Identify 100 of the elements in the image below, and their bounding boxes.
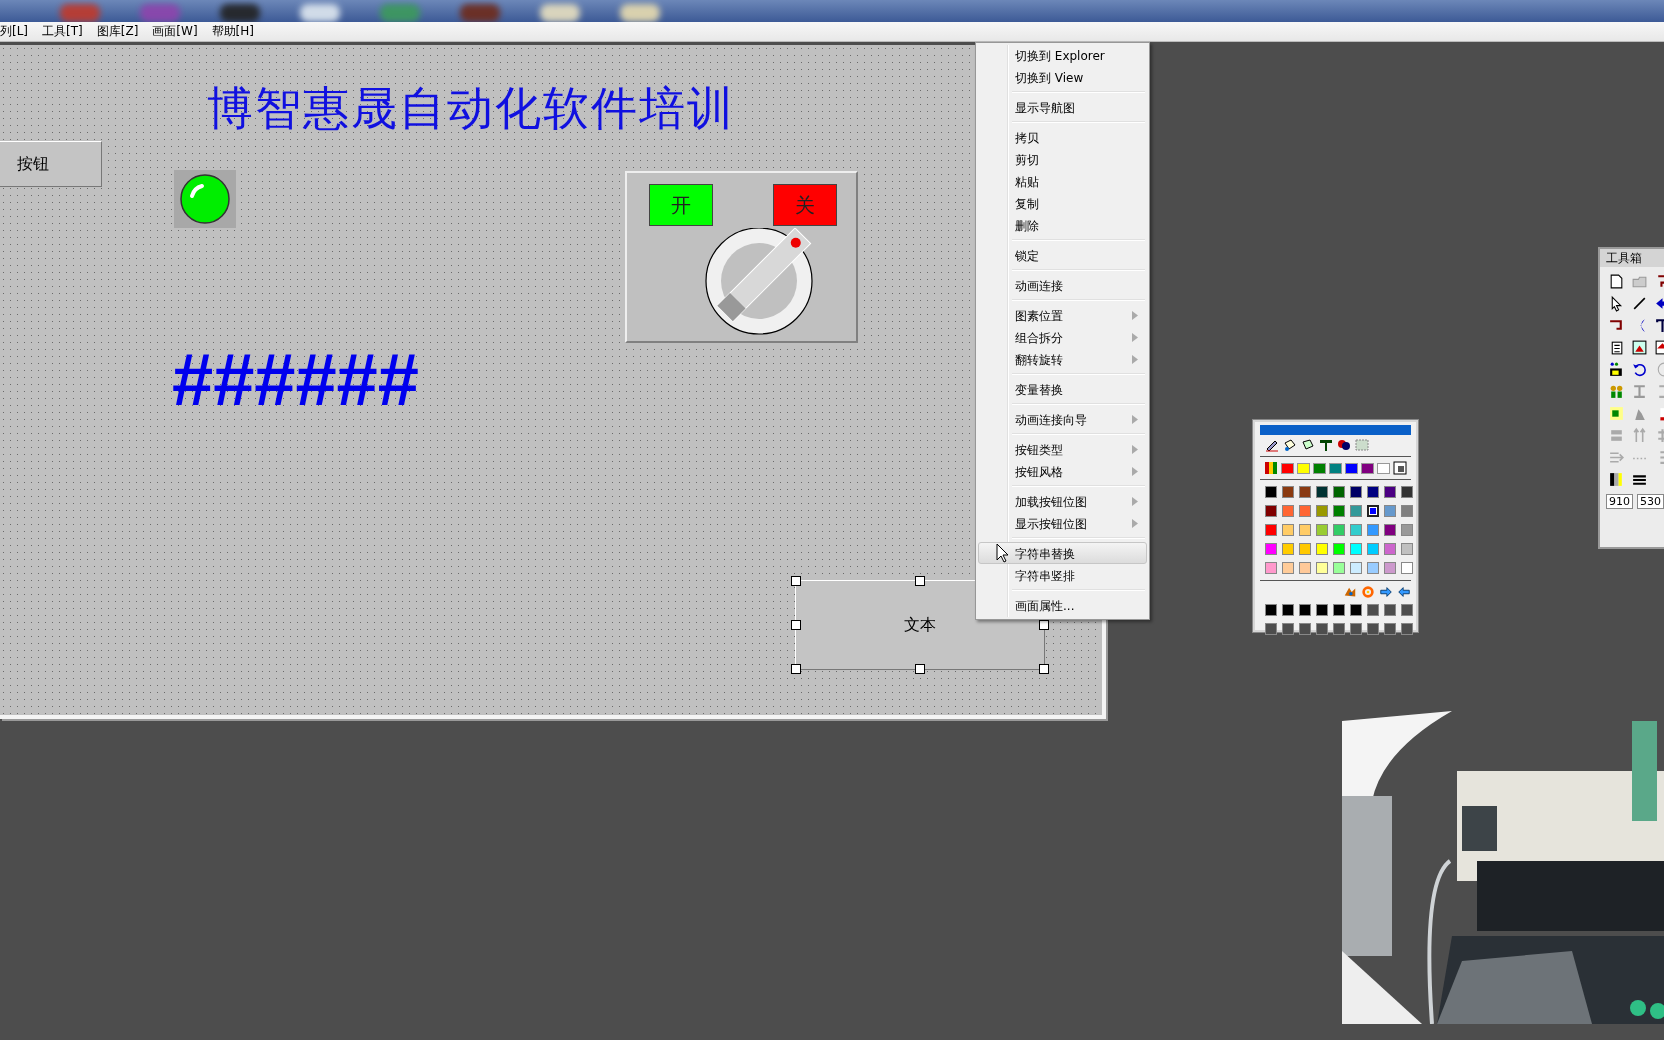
color-swatch[interactable]: [1384, 562, 1396, 574]
color-swatch[interactable]: [1282, 524, 1294, 536]
color-swatch[interactable]: [1345, 462, 1358, 474]
color-swatch[interactable]: [1316, 604, 1328, 616]
resize-handle[interactable]: [791, 576, 801, 586]
color-swatch[interactable]: [1384, 604, 1396, 616]
color-swatch[interactable]: [1367, 486, 1379, 498]
color-swatch[interactable]: [1401, 623, 1413, 635]
connector-icon[interactable]: [1631, 383, 1648, 400]
resize-handle[interactable]: [915, 576, 925, 586]
color-swatch[interactable]: [1367, 524, 1379, 536]
context-menu-item[interactable]: 复制: [978, 192, 1147, 214]
color-swatch[interactable]: [1265, 562, 1277, 574]
color-swatch[interactable]: [1297, 462, 1310, 474]
resize-handle[interactable]: [791, 664, 801, 674]
color-swatch[interactable]: [1265, 505, 1277, 517]
menu-item[interactable]: 帮助[H]: [211, 23, 254, 40]
text-icon[interactable]: [1318, 437, 1334, 453]
color-swatch[interactable]: [1329, 462, 1342, 474]
color-swatch[interactable]: [1299, 486, 1311, 498]
left-arrow-icon[interactable]: [1397, 585, 1411, 599]
gradient-icon[interactable]: [1608, 471, 1625, 488]
context-menu-item[interactable]: 拷贝: [978, 126, 1147, 148]
context-menu-item[interactable]: 剪切: [978, 148, 1147, 170]
device-icon[interactable]: [1608, 361, 1625, 378]
context-menu-item[interactable]: 删除: [978, 214, 1147, 236]
color-swatch[interactable]: [1367, 623, 1379, 635]
color-swatch[interactable]: [1282, 543, 1294, 555]
color-swatch[interactable]: [1350, 543, 1362, 555]
taskbar-icon[interactable]: [620, 4, 660, 22]
resize-handle[interactable]: [1039, 620, 1049, 630]
people-icon[interactable]: [1608, 383, 1625, 400]
x-field[interactable]: 910: [1606, 494, 1633, 509]
context-menu-item[interactable]: 图素位置: [978, 304, 1147, 326]
taskbar-icon[interactable]: [300, 4, 340, 22]
align-icon[interactable]: [1631, 427, 1648, 444]
color-swatch[interactable]: [1316, 505, 1328, 517]
context-menu-item[interactable]: 变量替换: [978, 378, 1147, 400]
taskbar-icon[interactable]: [380, 4, 420, 22]
context-menu-item[interactable]: 按钮风格: [978, 460, 1147, 482]
color-swatch[interactable]: [1299, 524, 1311, 536]
color-swatch[interactable]: [1316, 543, 1328, 555]
color-swatch[interactable]: [1333, 524, 1345, 536]
square-icon[interactable]: [1608, 405, 1625, 422]
picture-frame-icon[interactable]: [1631, 339, 1648, 356]
taskbar-icon[interactable]: [140, 4, 180, 22]
color-swatch[interactable]: [1401, 562, 1413, 574]
color-swatch[interactable]: [1377, 462, 1390, 474]
context-menu-item[interactable]: 锁定: [978, 244, 1147, 266]
color-swatch[interactable]: [1384, 623, 1396, 635]
color-swatch[interactable]: [1333, 505, 1345, 517]
context-menu-item[interactable]: 切换到 Explorer: [978, 44, 1147, 66]
taskbar-icon[interactable]: [540, 4, 580, 22]
palette-icon[interactable]: [1336, 437, 1352, 453]
color-swatch[interactable]: [1299, 543, 1311, 555]
context-menu-item[interactable]: 显示导航图: [978, 96, 1147, 118]
color-swatch[interactable]: [1361, 462, 1374, 474]
context-menu-item[interactable]: 按钮类型: [978, 438, 1147, 460]
color-swatch[interactable]: [1401, 604, 1413, 616]
color-swatch[interactable]: [1350, 486, 1362, 498]
color-swatch[interactable]: [1282, 486, 1294, 498]
color-swatch[interactable]: [1316, 486, 1328, 498]
color-swatch[interactable]: [1282, 562, 1294, 574]
context-menu-item[interactable]: 粘贴: [978, 170, 1147, 192]
color-swatch[interactable]: [1367, 543, 1379, 555]
menu-item[interactable]: 图库[Z]: [96, 23, 139, 40]
right-arrow-icon[interactable]: [1379, 585, 1393, 599]
color-swatch[interactable]: [1333, 543, 1345, 555]
color-swatch[interactable]: [1316, 524, 1328, 536]
color-swatch[interactable]: [1350, 604, 1362, 616]
color-swatch[interactable]: [1350, 562, 1362, 574]
page-icon[interactable]: [1608, 273, 1625, 290]
bucket-icon[interactable]: [1300, 437, 1316, 453]
color-swatch[interactable]: [1282, 505, 1294, 517]
color-swatch[interactable]: [1367, 604, 1379, 616]
color-swatch[interactable]: [1401, 524, 1413, 536]
color-picker-icon[interactable]: [1393, 461, 1407, 475]
swatch-swap-icon[interactable]: [1343, 585, 1357, 599]
multicolor-icon[interactable]: [1264, 461, 1278, 475]
undo-icon[interactable]: [1631, 361, 1648, 378]
taskbar-icon[interactable]: [60, 4, 100, 22]
color-swatch[interactable]: [1265, 543, 1277, 555]
color-swatch[interactable]: [1299, 623, 1311, 635]
color-swatch[interactable]: [1333, 623, 1345, 635]
color-swatch[interactable]: [1350, 623, 1362, 635]
resize-handle[interactable]: [1039, 664, 1049, 674]
color-swatch[interactable]: [1384, 524, 1396, 536]
menu-item[interactable]: 工具[T]: [42, 23, 83, 40]
context-menu-item[interactable]: 字符串替换: [978, 542, 1147, 564]
color-swatch[interactable]: [1265, 604, 1277, 616]
ring-icon[interactable]: [1361, 585, 1375, 599]
color-swatch[interactable]: [1384, 505, 1396, 517]
color-swatch[interactable]: [1384, 486, 1396, 498]
color-swatch[interactable]: [1401, 543, 1413, 555]
menu-item[interactable]: 画面[W]: [152, 23, 198, 40]
line-icon[interactable]: [1631, 295, 1648, 312]
y-field[interactable]: 530: [1637, 494, 1664, 509]
color-swatch[interactable]: [1265, 524, 1277, 536]
context-menu-item[interactable]: 动画连接: [978, 274, 1147, 296]
color-swatch[interactable]: [1401, 486, 1413, 498]
